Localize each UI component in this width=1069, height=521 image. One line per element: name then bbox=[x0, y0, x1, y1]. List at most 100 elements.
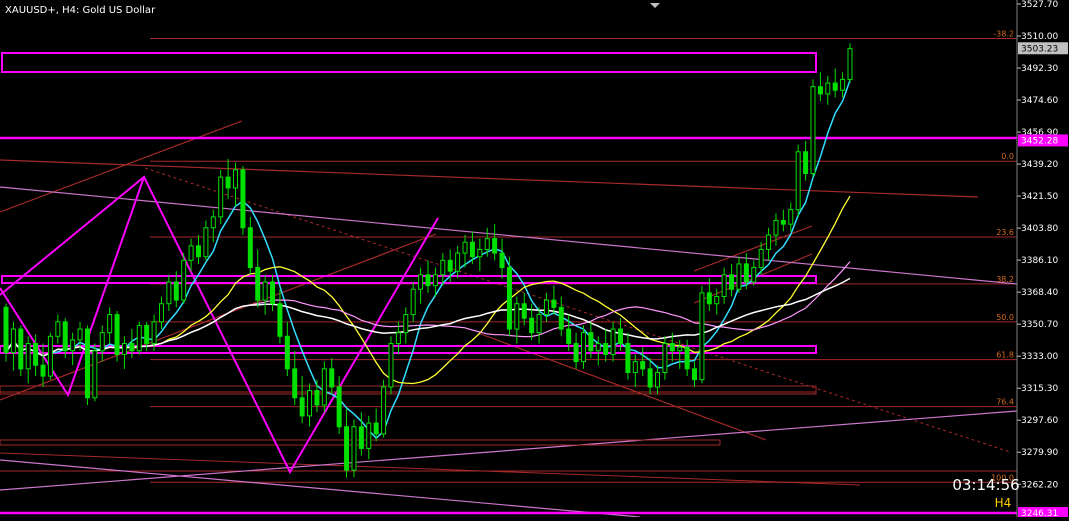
axis-tick-label: 3262.20 bbox=[1021, 480, 1058, 490]
candle-body bbox=[477, 248, 483, 258]
candle-body bbox=[188, 245, 194, 261]
candle-body bbox=[299, 397, 305, 417]
candle-body bbox=[617, 328, 623, 345]
candle-body bbox=[40, 364, 46, 377]
candle-body bbox=[455, 252, 461, 272]
candle-body bbox=[662, 343, 668, 373]
candle-body bbox=[817, 86, 823, 95]
axis-tick-label: 3527.70 bbox=[1021, 0, 1058, 10]
candle-body bbox=[62, 321, 68, 352]
candle-body bbox=[373, 422, 379, 435]
candle-body bbox=[55, 321, 61, 337]
fib-level-label: 61.8 bbox=[996, 351, 1014, 360]
candle-body bbox=[225, 176, 231, 189]
candle-body bbox=[706, 292, 712, 305]
candle-body bbox=[203, 227, 209, 258]
candle-body bbox=[344, 426, 350, 471]
price-chart[interactable]: -38.2 0.0 23.6 38.2 50.0 61.8 76.4 100.0 3527.7… bbox=[0, 0, 1069, 519]
candle-body bbox=[158, 303, 164, 323]
candle-body bbox=[558, 306, 564, 330]
candle-body bbox=[595, 343, 601, 352]
candle-body bbox=[514, 303, 520, 330]
candle-body bbox=[10, 328, 16, 354]
candle-body bbox=[825, 82, 831, 95]
candle-body bbox=[832, 82, 838, 91]
axis-tick-label: 3386.10 bbox=[1021, 256, 1058, 266]
candle-body bbox=[114, 314, 120, 355]
candle-body bbox=[314, 390, 320, 406]
candle-body bbox=[210, 216, 216, 229]
candle-body bbox=[780, 220, 786, 225]
candle-body bbox=[144, 324, 150, 345]
price-label: 3452.28 bbox=[1021, 136, 1058, 146]
candle-body bbox=[766, 234, 772, 250]
candle-body bbox=[758, 248, 764, 269]
price-label: 3503.23 bbox=[1021, 44, 1058, 54]
candle-body bbox=[358, 426, 364, 449]
candle-body bbox=[610, 328, 616, 355]
candle-body bbox=[803, 151, 809, 174]
candle-body bbox=[247, 227, 253, 269]
candle-body bbox=[536, 314, 542, 334]
candle-body bbox=[588, 332, 594, 352]
candle-body bbox=[121, 343, 127, 355]
candle-body bbox=[669, 343, 675, 352]
fib-level-label: 76.4 bbox=[996, 398, 1014, 407]
candle-body bbox=[543, 299, 549, 316]
candle-body bbox=[351, 426, 357, 471]
candle-body bbox=[847, 48, 853, 80]
candle-body bbox=[329, 368, 335, 388]
candle-body bbox=[255, 267, 261, 301]
candle-body bbox=[677, 346, 683, 352]
candle-body bbox=[736, 263, 742, 290]
candle-body bbox=[469, 241, 475, 258]
symbol-title: XAUUSD+, H4: Gold US Dollar bbox=[5, 5, 156, 16]
axis-tick-label: 3474.60 bbox=[1021, 96, 1058, 106]
candle-body bbox=[25, 343, 31, 370]
candle-body bbox=[70, 339, 76, 352]
axis-tick-label: 3403.80 bbox=[1021, 224, 1058, 234]
axis-tick-label: 3439.20 bbox=[1021, 160, 1058, 170]
candle-body bbox=[566, 328, 572, 345]
candle-body bbox=[810, 86, 816, 174]
candle-body bbox=[3, 306, 9, 354]
fib-level-label: 0.0 bbox=[1001, 152, 1014, 161]
timeframe-label: H4 bbox=[995, 496, 1012, 510]
axis-tick-label: 3368.40 bbox=[1021, 288, 1058, 298]
candle-body bbox=[603, 343, 609, 355]
candle-body bbox=[107, 314, 113, 334]
candle-body bbox=[292, 368, 298, 399]
candle-body bbox=[129, 343, 135, 352]
axis-tick-label: 3279.90 bbox=[1021, 448, 1058, 458]
candle-body bbox=[640, 361, 646, 370]
price-label: 3246.31 bbox=[1021, 509, 1058, 517]
candle-body bbox=[840, 78, 846, 91]
candle-body bbox=[47, 335, 53, 377]
candle-body bbox=[580, 332, 586, 363]
candle-body bbox=[773, 220, 779, 236]
candle-body bbox=[18, 328, 24, 370]
candle-body bbox=[136, 324, 142, 352]
chart-canvas[interactable]: -38.20.023.638.250.061.876.4100.0 3527.7… bbox=[0, 0, 1069, 519]
candle-body bbox=[647, 368, 653, 388]
candle-body bbox=[729, 274, 735, 290]
candle-body bbox=[499, 252, 505, 269]
candle-body bbox=[425, 274, 431, 287]
fib-level-label: -38.2 bbox=[993, 30, 1014, 39]
candle-body bbox=[529, 317, 535, 334]
candle-body bbox=[632, 361, 638, 373]
candle-body bbox=[166, 281, 172, 305]
candle-body bbox=[84, 328, 90, 399]
candle-body bbox=[462, 241, 468, 254]
candle-body bbox=[625, 343, 631, 373]
candle-body bbox=[655, 371, 661, 388]
candle-body bbox=[440, 259, 446, 276]
fib-level-label: 23.6 bbox=[996, 228, 1014, 237]
candle-body bbox=[99, 332, 105, 352]
fib-level-label: 50.0 bbox=[996, 313, 1014, 322]
candle-body bbox=[277, 303, 283, 337]
candle-body bbox=[795, 151, 801, 211]
candle-body bbox=[173, 281, 179, 301]
candle-body bbox=[270, 281, 276, 305]
candle-body bbox=[447, 259, 453, 272]
